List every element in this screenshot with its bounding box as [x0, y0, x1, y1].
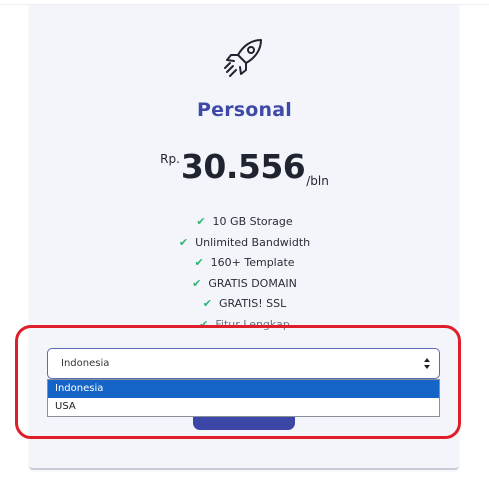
- feature-list: ✔ 10 GB Storage ✔ Unlimited Bandwidth ✔ 160…: [0, 212, 489, 336]
- feature-label: GRATIS! SSL: [218, 297, 287, 311]
- feature-label: 10 GB Storage: [212, 215, 293, 228]
- check-icon: ✔: [194, 256, 204, 270]
- feature-item: ✔ GRATIS! SSL: [0, 294, 489, 315]
- feature-item: ✔ 160+ Template: [0, 253, 489, 274]
- feature-item: ✔ GRATIS DOMAIN: [0, 274, 489, 295]
- price-currency: Rp.: [160, 152, 180, 166]
- price-amount: 30.556: [180, 147, 306, 186]
- highlight-box: [15, 325, 461, 439]
- check-icon: ✔: [202, 297, 212, 311]
- feature-label: 160+ Template: [210, 256, 295, 270]
- check-icon: ✔: [178, 235, 189, 249]
- feature-item: ✔ 10 GB Storage: [0, 212, 489, 233]
- check-icon: ✔: [192, 276, 202, 290]
- price: Rp.30.556/bln: [0, 147, 489, 188]
- check-icon: ✔: [196, 215, 206, 228]
- price-period: /bln: [306, 174, 329, 188]
- plan-name: Personal: [196, 99, 292, 121]
- feature-label: GRATIS DOMAIN: [208, 276, 297, 290]
- rocket-icon: [224, 39, 262, 77]
- feature-label: Unlimited Bandwidth: [195, 235, 311, 249]
- feature-item: ✔ Unlimited Bandwidth: [0, 233, 489, 254]
